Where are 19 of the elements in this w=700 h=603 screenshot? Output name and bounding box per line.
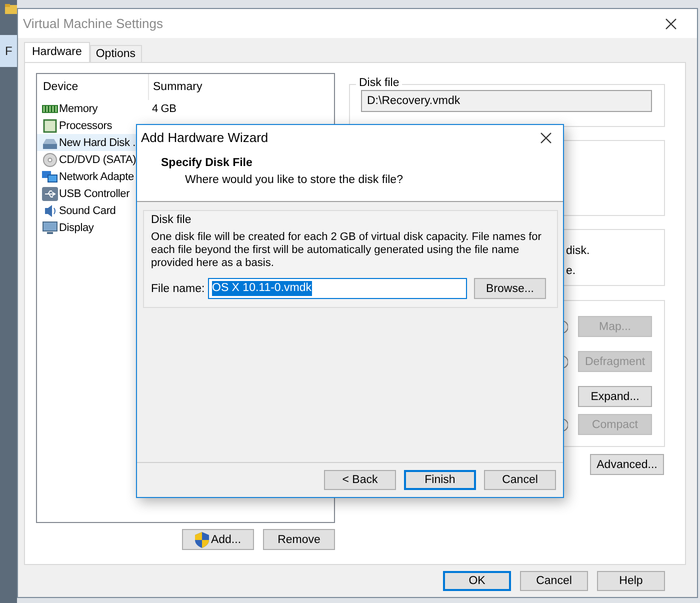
info-text: disk.	[566, 244, 590, 259]
device-name: Network Adapte	[59, 170, 134, 182]
device-name: Memory	[59, 102, 98, 114]
group-legend: Disk file	[356, 77, 402, 89]
wizard-heading: Specify Disk File	[161, 156, 254, 171]
wizard-subheading: Where would you like to store the disk file?	[184, 173, 404, 188]
field-label: File name:	[151, 282, 206, 294]
description-text: One disk file will be created for each 2 GB of virtual disk capacity. File names for each file beyond the first will be automatically generated using the file name provided here as a basis.	[151, 231, 542, 270]
window-title: Virtual Machine Settings	[23, 16, 163, 31]
device-name: Display	[59, 222, 94, 234]
device-name: USB Controller	[59, 188, 130, 200]
device-name: Sound Card	[59, 204, 116, 216]
device-name: New Hard Disk .	[59, 136, 136, 148]
device-summary: 4 GB	[152, 102, 176, 114]
device-name: CD/DVD (SATA)	[59, 154, 136, 166]
info-text: e.	[566, 264, 576, 279]
dialog-title: Add Hardware Wizard	[141, 130, 268, 145]
group-legend: Disk file	[151, 213, 547, 228]
device-name: Processors	[59, 120, 112, 132]
